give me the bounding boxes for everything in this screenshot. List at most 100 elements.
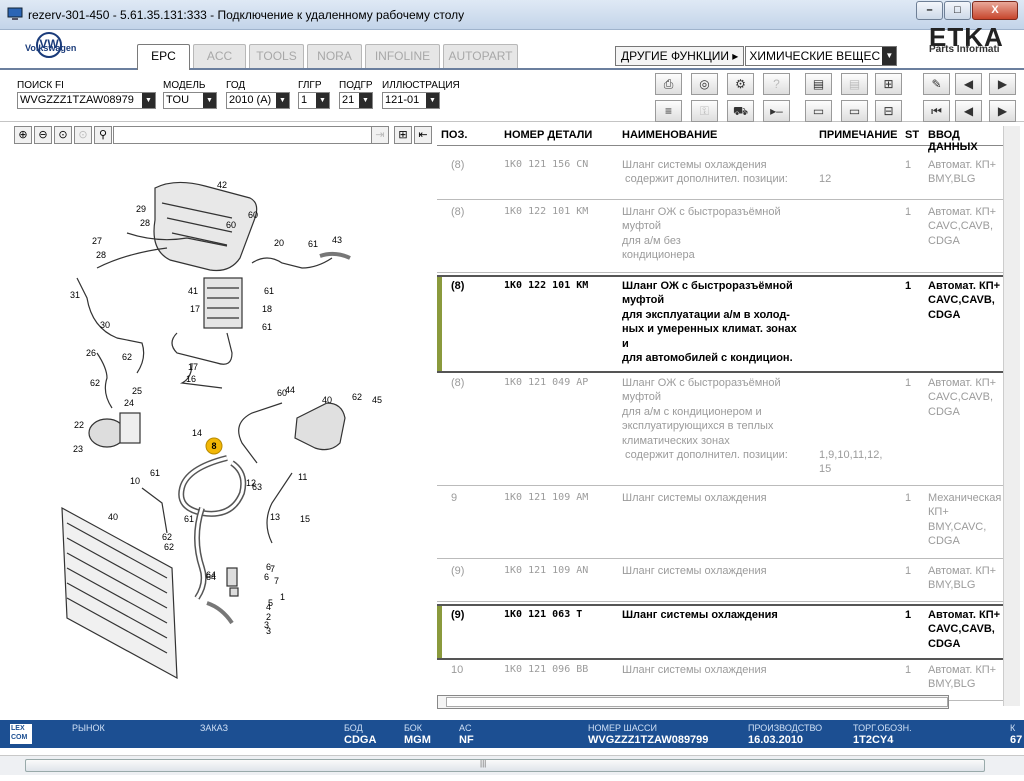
callout-label[interactable]: 43 [332,235,342,245]
layout-icon[interactable]: ⊞ [394,126,412,144]
first-icon[interactable]: ⏮ [923,100,950,122]
callout-label[interactable]: 11 [298,472,307,482]
callout-label[interactable]: 17 [188,362,198,372]
callout-label[interactable]: 17 [190,304,200,314]
link-icon[interactable]: ⇥ [371,126,389,144]
callout-label[interactable]: 40 [322,395,332,405]
cart-add-icon[interactable]: ⊞ [875,73,902,95]
tab-epc[interactable]: EPC [137,44,190,70]
glgr-select[interactable]: 1 ▼ [298,92,330,109]
callout-label[interactable]: 60 [248,210,258,220]
table-row[interactable]: (9) 1K0 121 063 T Шланг системы охлаждения… [437,604,1003,660]
callout-label[interactable]: 62 [122,352,132,362]
callout-label[interactable]: 62 [164,542,174,552]
callout-label[interactable]: 61 [184,514,194,524]
callout-label[interactable]: 18 [262,304,272,314]
monitor-icon[interactable]: ▭ [805,100,832,122]
other-functions-button[interactable]: ДРУГИЕ ФУНКЦИИ ▸ [615,46,745,66]
callout-label[interactable]: 1 [280,592,285,602]
zoom-out-icon[interactable]: ⊖ [34,126,52,144]
table-horizontal-scrollbar[interactable] [437,695,949,709]
key-icon[interactable]: ⚿ [691,100,718,122]
callout-label[interactable]: 14 [192,428,202,438]
callout-label[interactable]: 28 [96,250,106,260]
tab-infoline[interactable]: INFOLINE [365,44,440,68]
depot-icon[interactable]: ▤ [841,73,868,95]
pin-icon[interactable]: ✎ [923,73,950,95]
callout-label[interactable]: 60 [277,388,287,398]
callout-label[interactable]: 64 [206,572,216,582]
callout-label[interactable]: 61 [262,322,272,332]
vehicle-icon[interactable]: ⛟ [727,100,754,122]
table-row[interactable]: (9) 1K0 121 109 AN Шланг системы охлаждени… [437,562,1003,602]
callout-label[interactable]: 22 [74,420,84,430]
fi-search-input[interactable]: WVGZZZ1TZAW08979 ▼ [17,92,156,109]
callout-label[interactable]: 29 [136,204,146,214]
callout-label[interactable]: 13 [270,512,280,522]
disc-icon[interactable]: ◎ [691,73,718,95]
close-button[interactable]: X [972,1,1018,20]
callout-label[interactable]: 62 [352,392,362,402]
tab-acc[interactable]: ACC [193,44,246,68]
table-row[interactable]: 9 1K0 121 109 AM Шланг системы охлаждения 1… [437,489,1003,559]
play-minus-icon[interactable]: ▸– [763,100,790,122]
callout-label[interactable]: 16 [186,374,196,384]
elsa-icon[interactable]: ▤ [805,73,832,95]
table-row[interactable]: (8) 1K0 122 101 KM Шланг ОЖ с быстроразъём… [437,203,1003,273]
callout-label[interactable]: 15 [300,514,310,524]
callout-label[interactable]: 61 [150,468,160,478]
print-icon[interactable]: ⎙ [655,73,682,95]
question-icon[interactable]: ? [763,73,790,95]
callout-label[interactable]: 45 [372,395,382,405]
list-icon[interactable]: ≡ [655,100,682,122]
callout-label[interactable]: 42 [217,180,227,190]
callout-label[interactable]: 27 [92,236,102,246]
magnifier-icon[interactable]: ⚲ [94,126,112,144]
callout-label[interactable]: 28 [140,218,150,228]
table-row[interactable]: (8) 1K0 121 156 CN Шланг системы охлаждени… [437,156,1003,200]
table-row[interactable]: (8) 1K0 121 049 AP Шланг ОЖ с быстроразъём… [437,374,1003,486]
scroll-thumb[interactable] [446,697,948,707]
callout-label[interactable]: 6 [266,562,271,572]
split-icon[interactable]: ⇤ [414,126,432,144]
callout-label[interactable]: 61 [264,286,274,296]
prev-page-icon[interactable]: ◀ [955,73,982,95]
callout-label[interactable]: 10 [130,476,140,486]
callout-label[interactable]: 3 [264,620,269,630]
model-select[interactable]: TOU ▼ [163,92,217,109]
next-page-icon[interactable]: ▶ [989,73,1016,95]
back-icon[interactable]: ◀ [955,100,982,122]
callout-label[interactable]: 23 [73,444,83,454]
podgr-select[interactable]: 21 ▼ [339,92,373,109]
year-select[interactable]: 2010 (A) ▼ [226,92,290,109]
callout-label[interactable]: 6 [264,572,269,582]
table-row[interactable]: (8) 1K0 122 101 KM Шланг ОЖ с быстроразъём… [437,275,1003,373]
car-tools-icon[interactable]: ⚙ [727,73,754,95]
zoom-in-icon[interactable]: ⊕ [14,126,32,144]
scroll-track[interactable] [25,759,985,772]
callout-label[interactable]: 60 [226,220,236,230]
callout-label[interactable]: 25 [132,386,142,396]
callout-label[interactable]: 61 [308,239,318,249]
callout-label[interactable]: 24 [124,398,134,408]
monitor-list-icon[interactable]: ▭ [841,100,868,122]
tab-autopart[interactable]: AUTOPART [443,44,518,68]
parts-illustration[interactable]: 42 29 28 60 27 28 31 30 26 62 62 25 24 22 23 60 20 61 43 41… [12,148,434,708]
functions-select[interactable]: ХИМИЧЕСКИЕ ВЕЩЕС ▼ [745,46,898,66]
window-horizontal-scrollbar[interactable]: ||| [0,755,1024,775]
maximize-button[interactable]: □ [944,1,971,20]
callout-label[interactable]: 40 [108,512,118,522]
minimize-button[interactable]: – [916,1,943,20]
zoom-reset-icon[interactable]: ⊙ [74,126,92,144]
cart-icon[interactable]: ⊟ [875,100,902,122]
zoom-slider[interactable] [113,126,381,144]
zoom-window-icon[interactable]: ⊙ [54,126,72,144]
table-vertical-scrollbar[interactable] [1003,126,1020,706]
tab-tools[interactable]: TOOLS [249,44,304,68]
callout-label[interactable]: 62 [162,532,172,542]
callout-label[interactable]: 41 [188,286,198,296]
illustration-select[interactable]: 121-01 ▼ [382,92,440,109]
callout-label[interactable]: 7 [274,576,279,586]
callout-label[interactable]: 26 [86,348,96,358]
tab-nora[interactable]: NORA [307,44,362,68]
